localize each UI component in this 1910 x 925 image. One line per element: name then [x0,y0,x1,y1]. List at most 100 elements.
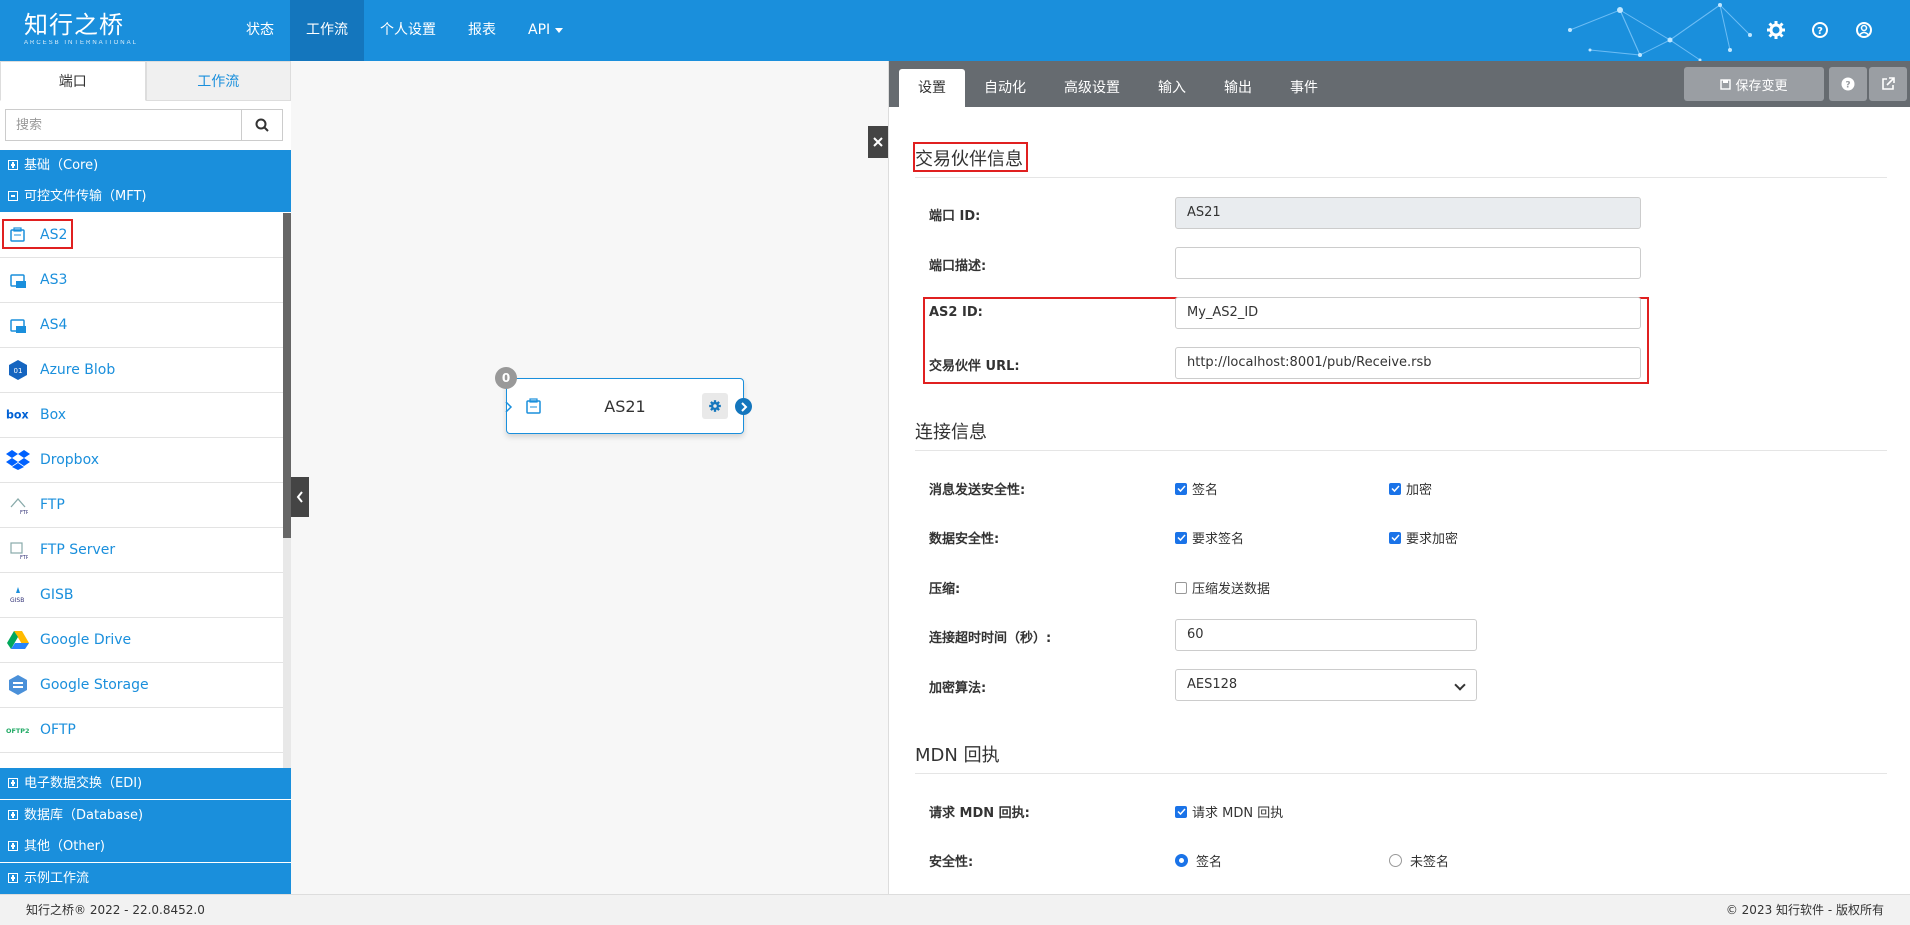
chevron-right-icon [740,401,747,412]
category-sample-workflows[interactable]: 示例工作流 [0,863,291,894]
unsigned-radio[interactable]: 未签名 [1389,851,1449,870]
radio-label: 未签名 [1410,855,1450,870]
open-external-button[interactable] [1869,67,1907,101]
category-other[interactable]: 其他（Other) [0,831,291,862]
chevron-down-icon [1454,679,1466,691]
port-item-as4[interactable]: AS4 [0,303,283,348]
algo-select-value: AES128 [1187,677,1238,692]
port-label: OFTP [40,722,76,738]
as3-icon [6,268,30,292]
port-id-field: AS21 [1175,197,1641,229]
require-encrypt-checkbox[interactable]: 要求加密 [1389,528,1458,547]
algo-select[interactable]: AES128 [1175,669,1477,701]
port-list-scrollbar[interactable] [283,213,291,770]
port-item-ftp-server[interactable]: FTP FTP Server [0,528,283,573]
require-sign-checkbox[interactable]: 要求签名 [1175,528,1244,547]
encrypt-checkbox[interactable]: 加密 [1389,479,1432,498]
highlight-partner-section [913,142,1028,172]
collapse-palette-button[interactable] [291,477,309,517]
signed-radio[interactable]: 签名 [1175,851,1222,870]
svg-text:FTP: FTP [20,555,28,560]
compress-checkbox[interactable]: 压缩发送数据 [1175,578,1270,597]
port-label: GISB [40,587,74,603]
mdn-security-label: 安全性: [929,855,974,870]
radio-selected-icon [1175,854,1188,867]
port-list: AS2 AS3 AS4 01 Azure Blob box Box Dropbo… [0,213,291,770]
nav-workflow[interactable]: 工作流 [290,0,364,61]
port-item-gisb[interactable]: GISB GISB [0,573,283,618]
nav-profile[interactable]: 个人设置 [364,0,452,61]
help-icon[interactable]: ? [1808,18,1832,42]
sign-checkbox[interactable]: 签名 [1175,479,1218,498]
nav-api-label: API [528,22,551,38]
category-edi[interactable]: 电子数据交换（EDI) [0,768,291,799]
port-item-box[interactable]: box Box [0,393,283,438]
checkbox-label: 要求签名 [1192,532,1245,547]
tab-workflows[interactable]: 工作流 [145,61,291,100]
port-item-ftp[interactable]: FTP FTP [0,483,283,528]
checkbox-checked-icon [1389,531,1401,544]
category-label: 示例工作流 [24,871,90,886]
node-settings-button[interactable] [702,393,728,419]
port-item-as3[interactable]: AS3 [0,258,283,303]
checkbox-label: 请求 MDN 回执 [1192,806,1284,821]
scrollbar-thumb[interactable] [283,213,291,538]
google-storage-icon [6,673,30,697]
as4-icon [6,313,30,337]
tab-advanced[interactable]: 高级设置 [1045,69,1139,107]
logo[interactable]: 知行之桥 ARCESB INTERNATIONAL [24,12,138,46]
compress-label: 压缩: [929,582,961,597]
main-nav: 状态 工作流 个人设置 报表 API [230,0,579,61]
port-label: Azure Blob [40,362,116,378]
tab-ports[interactable]: 端口 [0,61,146,101]
search-input[interactable] [5,109,241,141]
port-settings-panel: 设置 自动化 高级设置 输入 输出 事件 保存变更 ? 交易伙伴信息 端口 ID… [888,61,1910,894]
section-mdn: MDN 回执 [915,745,1000,766]
nav-status[interactable]: 状态 [230,0,290,61]
port-item-google-drive[interactable]: Google Drive [0,618,283,663]
gisb-icon: GISB [6,583,30,607]
tab-input[interactable]: 输入 [1139,69,1205,107]
gear-icon[interactable] [1764,18,1788,42]
svg-text:01: 01 [14,367,23,375]
port-item-azure-blob[interactable]: 01 Azure Blob [0,348,283,393]
nav-reports[interactable]: 报表 [452,0,512,61]
expand-icon [8,841,18,851]
section-divider [915,177,1887,178]
nav-api[interactable]: API [512,0,579,61]
port-item-google-storage[interactable]: Google Storage [0,663,283,708]
category-mft[interactable]: 可控文件传输（MFT) [0,181,291,212]
help-button[interactable]: ? [1829,67,1867,101]
section-divider [915,450,1887,451]
settings-tabbar: 设置 自动化 高级设置 输入 输出 事件 保存变更 ? [889,61,1910,107]
workflow-node-as21[interactable]: 0 AS21 [495,367,752,434]
category-core[interactable]: 基础（Core) [0,150,291,181]
user-icon[interactable] [1852,18,1876,42]
port-item-dropbox[interactable]: Dropbox [0,438,283,483]
close-icon [873,137,883,147]
partner-url-field[interactable]: http://localhost:8001/pub/Receive.rsb [1175,347,1641,379]
category-label: 可控文件传输（MFT) [24,189,147,204]
tab-settings[interactable]: 设置 [899,69,965,107]
save-icon [1720,78,1732,90]
tab-automation[interactable]: 自动化 [965,69,1045,107]
footer: 知行之桥® 2022 - 22.0.8452.0 © 2023 知行软件 - 版… [0,894,1910,925]
checkbox-checked-icon [1175,805,1187,818]
port-item-oftp[interactable]: OFTP2 OFTP [0,708,283,753]
chevron-left-icon [296,491,303,503]
timeout-field[interactable]: 60 [1175,619,1477,651]
tab-events[interactable]: 事件 [1271,69,1337,107]
as2-id-field[interactable]: My_AS2_ID [1175,297,1641,329]
workflow-canvas[interactable] [291,61,888,894]
close-panel-button[interactable] [868,126,888,158]
output-connector[interactable] [735,398,752,415]
port-label: AS4 [40,317,68,333]
category-database[interactable]: 数据库（Database) [0,800,291,831]
top-navbar: 知行之桥 ARCESB INTERNATIONAL 状态 工作流 个人设置 报表… [0,0,1910,61]
save-changes-button[interactable]: 保存变更 [1684,67,1824,101]
azure-blob-icon: 01 [6,358,30,382]
tab-output[interactable]: 输出 [1205,69,1271,107]
search-button[interactable] [241,109,283,141]
request-mdn-checkbox[interactable]: 请求 MDN 回执 [1175,802,1283,821]
port-desc-field[interactable] [1175,247,1641,279]
